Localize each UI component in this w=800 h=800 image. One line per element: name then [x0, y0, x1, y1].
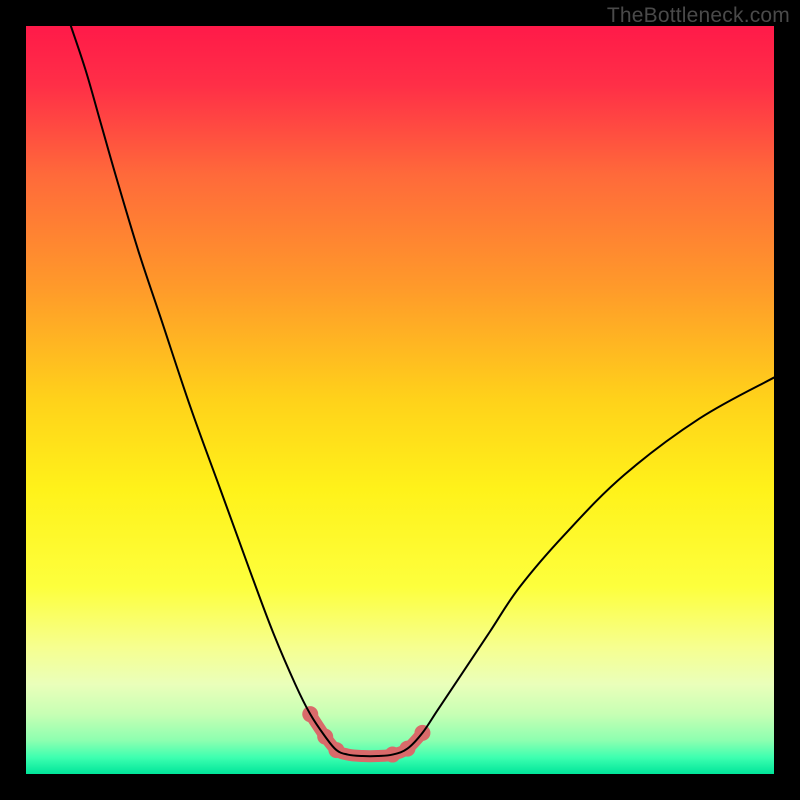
chart-frame: TheBottleneck.com: [0, 0, 800, 800]
curve-layer: [26, 26, 774, 774]
watermark-text: TheBottleneck.com: [607, 4, 790, 28]
bottleneck-curve: [71, 26, 774, 756]
plot-area: [26, 26, 774, 774]
